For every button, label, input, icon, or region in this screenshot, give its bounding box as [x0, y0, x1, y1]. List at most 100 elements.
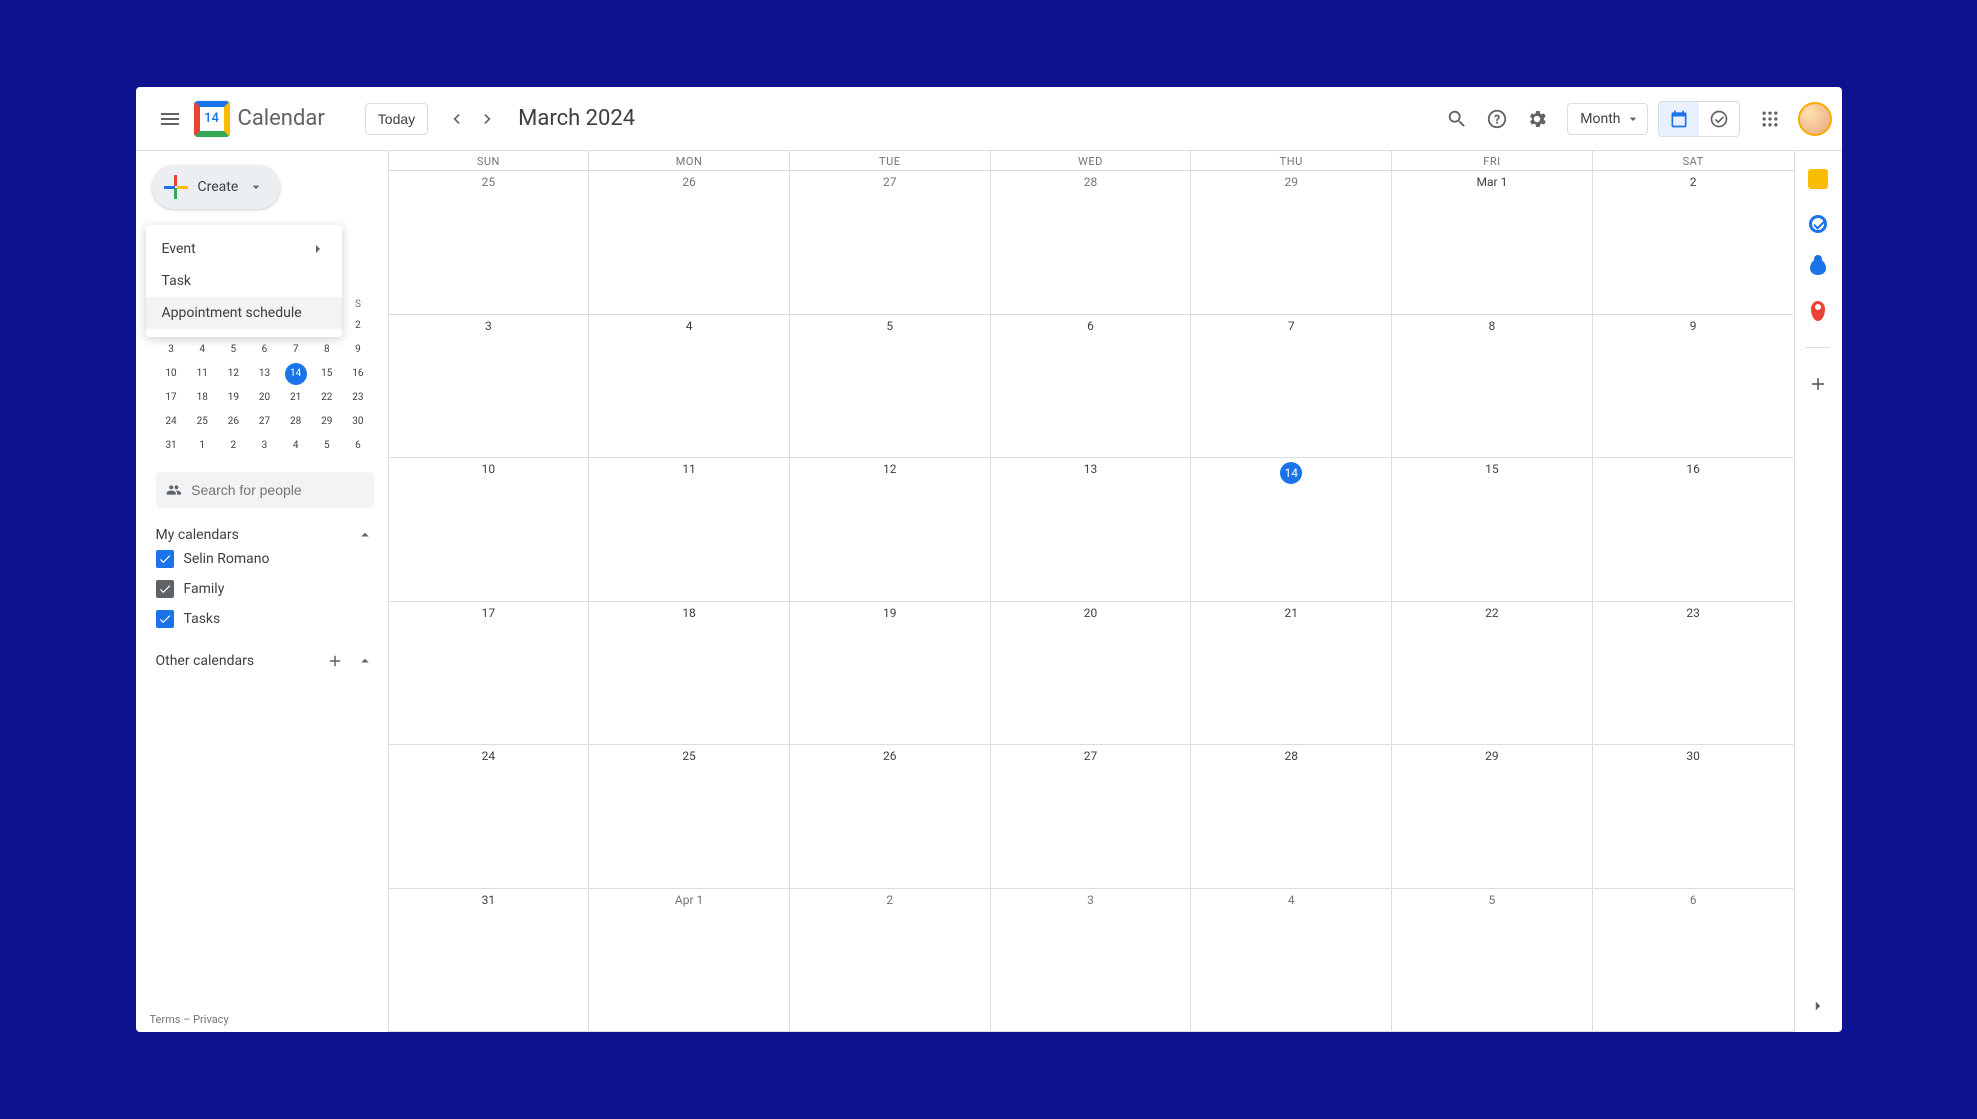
mini-day[interactable]: 28	[285, 411, 307, 433]
mini-day[interactable]: 21	[285, 387, 307, 409]
mini-day[interactable]: 27	[253, 411, 275, 433]
mini-day[interactable]: 11	[191, 363, 213, 385]
day-cell[interactable]: 9	[1593, 315, 1794, 459]
add-addon-button[interactable]	[1808, 374, 1828, 398]
mini-day[interactable]: 5	[222, 339, 244, 361]
mini-day[interactable]: 30	[347, 411, 369, 433]
mini-day[interactable]: 16	[347, 363, 369, 385]
day-cell[interactable]: Apr 1	[589, 889, 790, 1033]
day-cell[interactable]: 3	[991, 889, 1192, 1033]
mini-day[interactable]: 25	[191, 411, 213, 433]
day-cell[interactable]: 4	[589, 315, 790, 459]
mini-day[interactable]: 4	[285, 435, 307, 457]
mini-day[interactable]: 29	[316, 411, 338, 433]
menu-item-appointment[interactable]: Appointment schedule	[146, 297, 342, 329]
day-cell[interactable]: 21	[1191, 602, 1392, 746]
mini-day[interactable]: 19	[222, 387, 244, 409]
privacy-link[interactable]: Privacy	[193, 1013, 229, 1026]
day-cell[interactable]: 22	[1392, 602, 1593, 746]
day-cell[interactable]: 2	[1593, 171, 1794, 315]
day-cell[interactable]: 14	[1191, 458, 1392, 602]
mini-day[interactable]: 24	[160, 411, 182, 433]
terms-link[interactable]: Terms	[150, 1013, 181, 1026]
mini-day[interactable]: 26	[222, 411, 244, 433]
calendar-item[interactable]: Tasks	[156, 604, 374, 634]
search-button[interactable]	[1437, 99, 1477, 139]
day-cell[interactable]: 3	[389, 315, 590, 459]
settings-button[interactable]	[1517, 99, 1557, 139]
day-cell[interactable]: 27	[790, 171, 991, 315]
menu-item-task[interactable]: Task	[146, 265, 342, 297]
mini-day[interactable]: 7	[285, 339, 307, 361]
mini-day[interactable]: 22	[316, 387, 338, 409]
calendar-item[interactable]: Family	[156, 574, 374, 604]
day-cell[interactable]: 28	[991, 171, 1192, 315]
day-cell[interactable]: 13	[991, 458, 1192, 602]
google-apps-button[interactable]	[1750, 99, 1790, 139]
day-cell[interactable]: 20	[991, 602, 1192, 746]
search-people[interactable]	[156, 472, 374, 508]
day-cell[interactable]: 25	[389, 171, 590, 315]
calendar-view-button[interactable]	[1659, 102, 1699, 136]
hide-sidepanel-button[interactable]	[1804, 992, 1832, 1020]
mini-day[interactable]: 3	[253, 435, 275, 457]
mini-day[interactable]: 2	[347, 315, 369, 337]
day-cell[interactable]: 5	[790, 315, 991, 459]
mini-day[interactable]: 5	[316, 435, 338, 457]
day-cell[interactable]: 11	[589, 458, 790, 602]
day-cell[interactable]: 16	[1593, 458, 1794, 602]
search-people-input[interactable]	[191, 482, 363, 498]
day-cell[interactable]: 6	[991, 315, 1192, 459]
maps-icon[interactable]	[1811, 301, 1825, 321]
create-button[interactable]: Create	[152, 165, 281, 209]
mini-day[interactable]: 4	[191, 339, 213, 361]
calendar-item[interactable]: Selin Romano	[156, 544, 374, 574]
day-cell[interactable]: 2	[790, 889, 991, 1033]
day-cell[interactable]: 24	[389, 745, 590, 889]
mini-day[interactable]: 6	[253, 339, 275, 361]
day-cell[interactable]: Mar 1	[1392, 171, 1593, 315]
mini-day[interactable]: 20	[253, 387, 275, 409]
day-cell[interactable]: 6	[1593, 889, 1794, 1033]
day-cell[interactable]: 15	[1392, 458, 1593, 602]
day-cell[interactable]: 10	[389, 458, 590, 602]
mini-day[interactable]: 12	[222, 363, 244, 385]
day-cell[interactable]: 5	[1392, 889, 1593, 1033]
mini-day[interactable]: 15	[316, 363, 338, 385]
day-cell[interactable]: 23	[1593, 602, 1794, 746]
plus-icon[interactable]	[326, 652, 344, 670]
logo[interactable]: 14 Calendar	[194, 101, 325, 137]
mini-day[interactable]: 9	[347, 339, 369, 361]
day-cell[interactable]: 25	[589, 745, 790, 889]
checkbox[interactable]	[156, 550, 174, 568]
mini-day[interactable]: 17	[160, 387, 182, 409]
checkbox[interactable]	[156, 580, 174, 598]
day-cell[interactable]: 8	[1392, 315, 1593, 459]
day-cell[interactable]: 18	[589, 602, 790, 746]
tasks-icon[interactable]	[1809, 215, 1827, 233]
day-cell[interactable]: 7	[1191, 315, 1392, 459]
mini-day[interactable]: 2	[222, 435, 244, 457]
day-cell[interactable]: 30	[1593, 745, 1794, 889]
main-menu-button[interactable]	[146, 95, 194, 143]
day-cell[interactable]: 12	[790, 458, 991, 602]
day-cell[interactable]: 29	[1191, 171, 1392, 315]
menu-item-event[interactable]: Event	[146, 233, 342, 265]
mini-day[interactable]: 1	[191, 435, 213, 457]
mini-day[interactable]: 3	[160, 339, 182, 361]
day-cell[interactable]: 4	[1191, 889, 1392, 1033]
help-button[interactable]	[1477, 99, 1517, 139]
my-calendars-header[interactable]: My calendars	[156, 526, 374, 544]
day-cell[interactable]: 27	[991, 745, 1192, 889]
today-button[interactable]: Today	[365, 103, 428, 135]
mini-day[interactable]: 8	[316, 339, 338, 361]
mini-day[interactable]: 14	[285, 363, 307, 385]
day-cell[interactable]: 26	[790, 745, 991, 889]
account-avatar[interactable]	[1798, 102, 1832, 136]
day-cell[interactable]: 28	[1191, 745, 1392, 889]
mini-day[interactable]: 18	[191, 387, 213, 409]
mini-day[interactable]: 23	[347, 387, 369, 409]
next-month-button[interactable]	[472, 103, 504, 135]
mini-day[interactable]: 13	[253, 363, 275, 385]
keep-icon[interactable]	[1808, 169, 1828, 189]
